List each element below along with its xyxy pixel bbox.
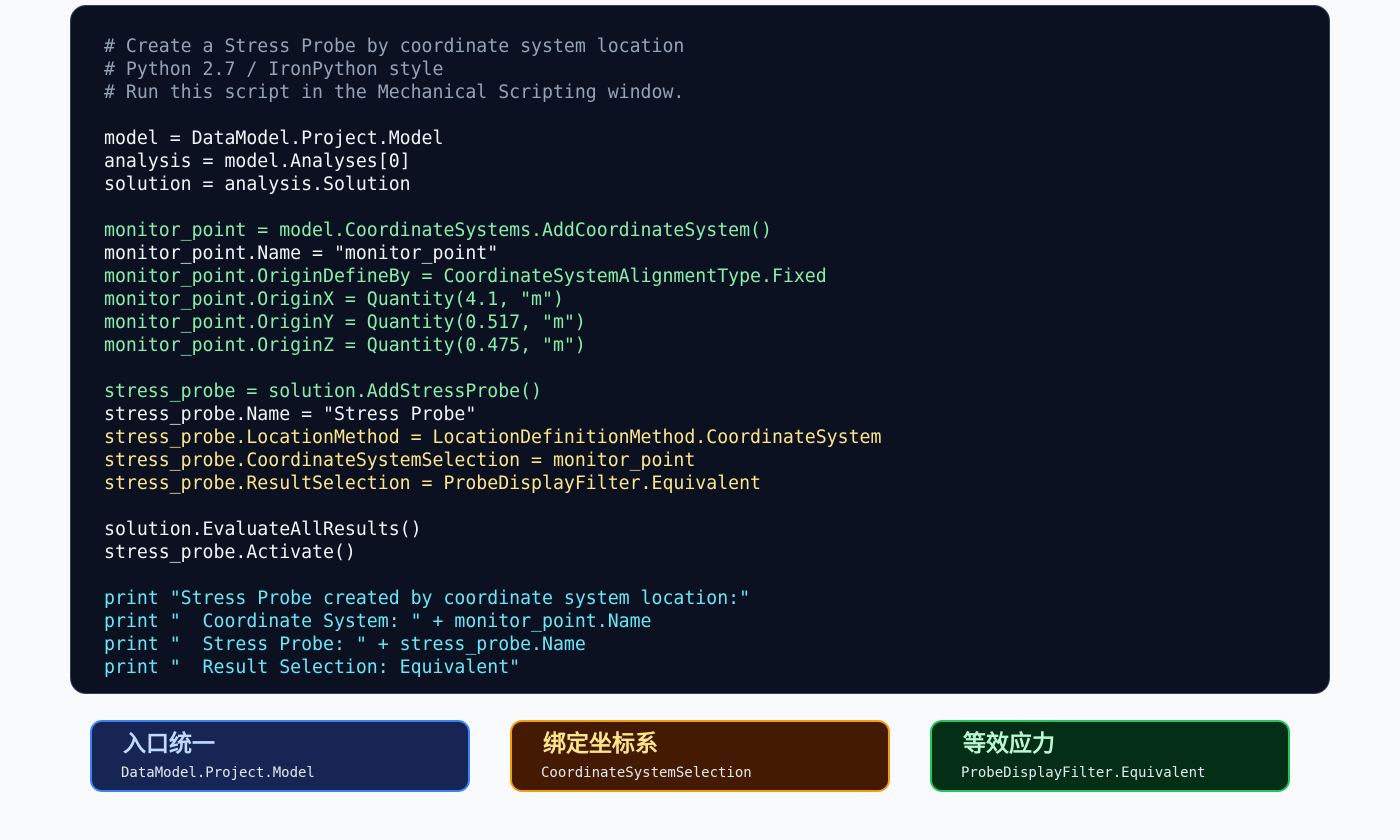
code-line: solution.EvaluateAllResults() (104, 519, 422, 540)
card-subtitle: CoordinateSystemSelection (541, 765, 752, 781)
card-subtitle: DataModel.Project.Model (121, 765, 315, 781)
card-bind-coordinate-system: 绑定坐标系 CoordinateSystemSelection (510, 720, 890, 792)
code-line: print " Stress Probe: " + stress_probe.N… (104, 634, 586, 655)
code-line: stress_probe.Activate() (104, 542, 356, 563)
code-line: print " Coordinate System: " + monitor_p… (104, 611, 652, 632)
code-line: analysis = model.Analyses[0] (104, 151, 411, 172)
code-line: stress_probe.ResultSelection = ProbeDisp… (104, 473, 761, 494)
code-lines: # Create a Stress Probe by coordinate sy… (104, 35, 881, 679)
code-line: print "Stress Probe created by coordinat… (104, 588, 751, 609)
card-subtitle: ProbeDisplayFilter.Equivalent (961, 765, 1206, 781)
code-editor[interactable]: # Create a Stress Probe by coordinate sy… (70, 5, 1330, 694)
code-line: # Run this script in the Mechanical Scri… (104, 82, 685, 103)
code-line: monitor_point.OriginX = Quantity(4.1, "m… (104, 289, 564, 310)
card-equivalent-stress: 等效应力 ProbeDisplayFilter.Equivalent (930, 720, 1290, 792)
card-unified-entry: 入口统一 DataModel.Project.Model (90, 720, 470, 792)
card-title: 绑定坐标系 (543, 731, 658, 757)
code-line: stress_probe = solution.AddStressProbe() (104, 381, 542, 402)
card-title: 入口统一 (123, 731, 215, 757)
code-line: monitor_point.Name = "monitor_point" (104, 243, 499, 264)
code-line: stress_probe.Name = "Stress Probe" (104, 404, 477, 425)
code-line: monitor_point.OriginDefineBy = Coordinat… (104, 266, 827, 287)
code-line: # Create a Stress Probe by coordinate sy… (104, 36, 685, 57)
code-line: solution = analysis.Solution (104, 174, 411, 195)
code-line: model = DataModel.Project.Model (104, 128, 444, 149)
code-line: print " Result Selection: Equivalent" (104, 657, 521, 678)
code-line: monitor_point.OriginZ = Quantity(0.475, … (104, 335, 586, 356)
code-line: # Python 2.7 / IronPython style (104, 59, 444, 80)
code-line: stress_probe.CoordinateSystemSelection =… (104, 450, 696, 471)
code-line: monitor_point.OriginY = Quantity(0.517, … (104, 312, 586, 333)
code-line: stress_probe.LocationMethod = LocationDe… (104, 427, 882, 448)
card-title: 等效应力 (963, 731, 1055, 757)
code-line: monitor_point = model.CoordinateSystems.… (104, 220, 772, 241)
